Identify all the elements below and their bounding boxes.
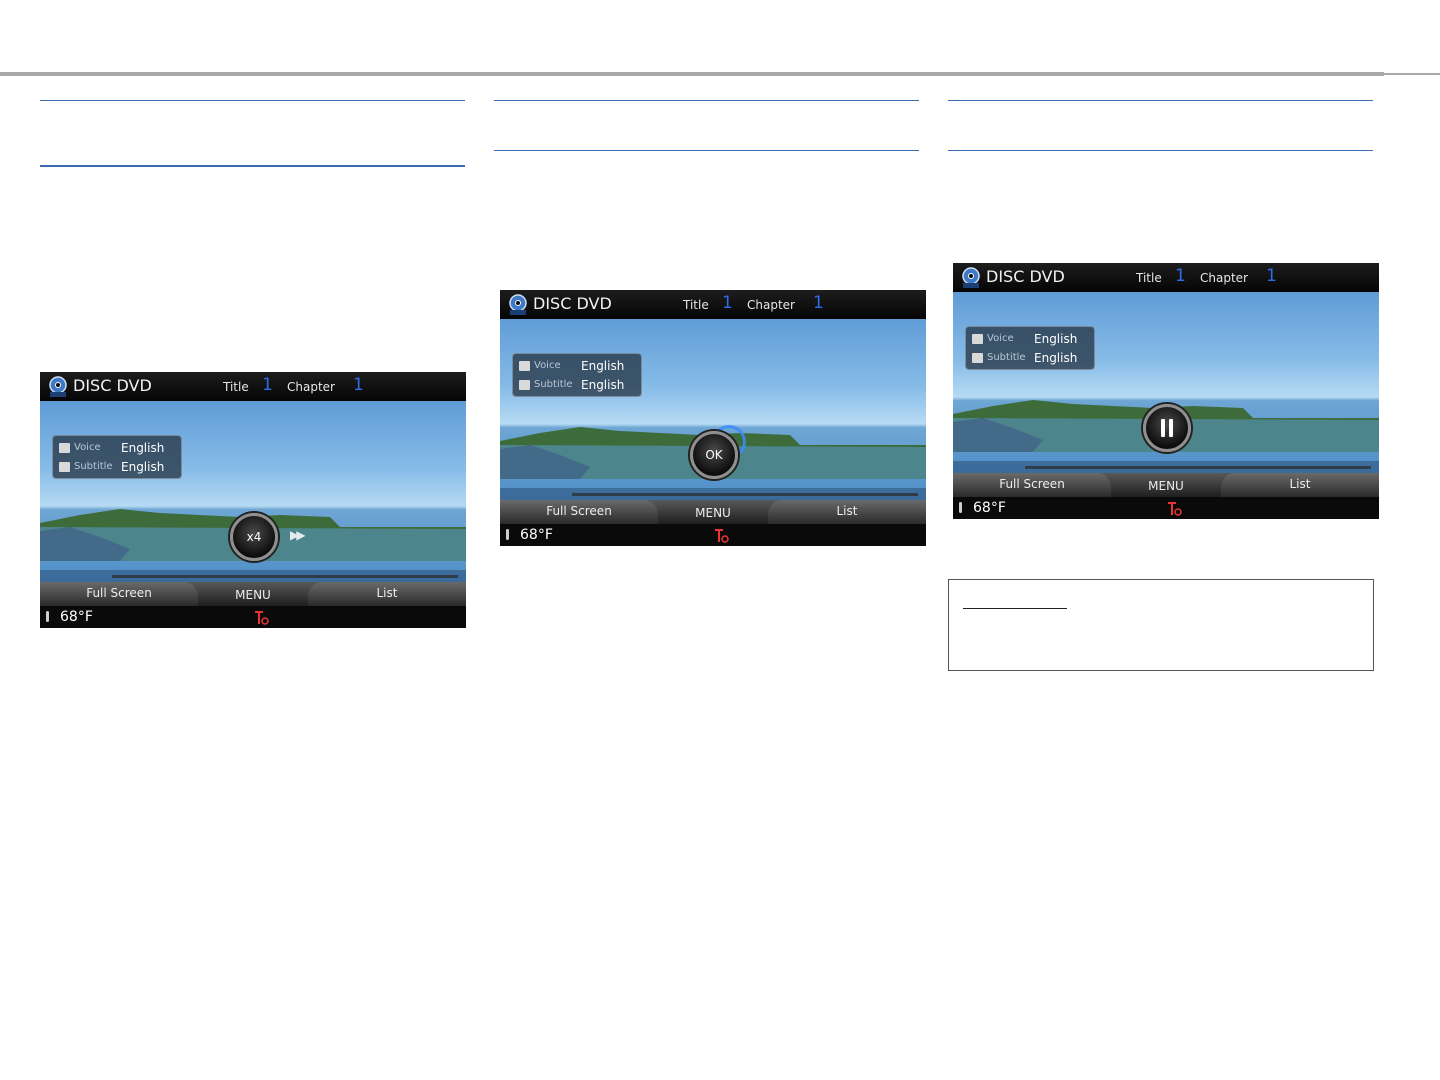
chapter-label: Chapter (747, 298, 795, 312)
full-screen-button[interactable]: Full Screen (500, 500, 658, 524)
voice-label: Voice (74, 442, 101, 453)
note-heading-underline (963, 608, 1067, 609)
screen-header: DISC DVD Title 1 Chapter 1 (953, 263, 1379, 292)
temperature: 68°F (520, 527, 553, 543)
button-bar: Full Screen MENU List (953, 473, 1379, 497)
progress-track (1025, 466, 1371, 469)
temperature: 68°F (60, 609, 93, 625)
subtitle-value: English (581, 378, 625, 392)
button-bar: Full Screen MENU List (40, 582, 466, 606)
chapter-number: 1 (353, 375, 364, 395)
button-bar: Full Screen MENU List (500, 500, 926, 524)
subtitle-row: Subtitle English (972, 349, 1092, 367)
full-screen-button[interactable]: Full Screen (40, 582, 198, 606)
col1-rule-bottom (40, 165, 465, 167)
subtitle-label: Subtitle (987, 352, 1026, 363)
thermometer-icon (46, 611, 49, 622)
list-button[interactable]: List (308, 582, 466, 606)
col1-rule-top (40, 100, 465, 101)
antenna-icon (715, 529, 729, 543)
dvd-disc-icon (509, 294, 527, 315)
pause-indicator (1143, 404, 1191, 452)
title-number: 1 (262, 375, 273, 395)
thermometer-icon (506, 529, 509, 540)
subtitle-icon (59, 462, 70, 472)
status-bar: 68°F (500, 524, 926, 546)
screen-header: DISC DVD Title 1 Chapter 1 (40, 372, 466, 401)
speaker-icon (519, 361, 530, 371)
speaker-icon (59, 443, 70, 453)
subtitle-label: Subtitle (534, 379, 573, 390)
video-frame[interactable]: Voice English Subtitle English OK (500, 319, 926, 500)
progress-track (112, 575, 458, 578)
antenna-icon (1168, 502, 1182, 516)
voice-label: Voice (534, 360, 561, 371)
antenna-icon (255, 611, 269, 625)
audio-subtitle-panel[interactable]: Voice English Subtitle English (512, 353, 642, 397)
audio-subtitle-panel[interactable]: Voice English Subtitle English (52, 435, 182, 479)
title-label: Title (683, 298, 709, 312)
voice-value: English (581, 359, 625, 373)
subtitle-icon (972, 353, 983, 363)
chapter-label: Chapter (1200, 271, 1248, 285)
list-button[interactable]: List (1221, 473, 1379, 497)
source-label: DISC DVD (533, 294, 612, 313)
menu-button[interactable]: MENU (200, 582, 306, 606)
top-rule-cap (1384, 73, 1440, 75)
voice-value: English (121, 441, 165, 455)
title-number: 1 (1175, 266, 1186, 286)
screen-header: DISC DVD Title 1 Chapter 1 (500, 290, 926, 319)
title-label: Title (1136, 271, 1162, 285)
title-label: Title (223, 380, 249, 394)
menu-button[interactable]: MENU (660, 500, 766, 524)
dvd-disc-icon (49, 376, 67, 397)
full-screen-button[interactable]: Full Screen (953, 473, 1111, 497)
voice-row: Voice English (59, 439, 179, 457)
subtitle-icon (519, 380, 530, 390)
progress-bar[interactable] (500, 488, 926, 500)
menu-button[interactable]: MENU (1113, 473, 1219, 497)
subtitle-value: English (121, 460, 165, 474)
subtitle-row: Subtitle English (59, 458, 179, 476)
dvd-disc-icon (962, 267, 980, 288)
dvd-screen-fast-forward: DISC DVD Title 1 Chapter 1 Voice English… (40, 372, 466, 628)
col2-rule-top (494, 100, 919, 101)
status-bar: 68°F (953, 497, 1379, 519)
title-number: 1 (722, 293, 733, 313)
chapter-label: Chapter (287, 380, 335, 394)
list-button[interactable]: List (768, 500, 926, 524)
col3-rule-top (948, 100, 1373, 101)
fast-forward-icon: ▶▶ (290, 528, 306, 542)
note-box (948, 579, 1374, 671)
voice-label: Voice (987, 333, 1014, 344)
fast-forward-speed-indicator: x4 (230, 513, 278, 561)
voice-row: Voice English (519, 357, 639, 375)
chapter-number: 1 (1266, 266, 1277, 286)
temperature: 68°F (973, 500, 1006, 516)
progress-bar[interactable] (953, 461, 1379, 473)
col2-rule-bottom (494, 150, 919, 151)
status-bar: 68°F (40, 606, 466, 628)
subtitle-value: English (1034, 351, 1078, 365)
pause-icon (1160, 419, 1174, 437)
speaker-icon (972, 334, 983, 344)
col3-rule-bottom (948, 150, 1373, 151)
subtitle-row: Subtitle English (519, 376, 639, 394)
source-label: DISC DVD (986, 267, 1065, 286)
top-rule (0, 72, 1384, 76)
progress-track (572, 493, 918, 496)
dvd-screen-paused: DISC DVD Title 1 Chapter 1 Voice English… (953, 263, 1379, 519)
voice-row: Voice English (972, 330, 1092, 348)
chapter-number: 1 (813, 293, 824, 313)
dvd-screen-ok: DISC DVD Title 1 Chapter 1 Voice English… (500, 290, 926, 546)
subtitle-label: Subtitle (74, 461, 113, 472)
source-label: DISC DVD (73, 376, 152, 395)
audio-subtitle-panel[interactable]: Voice English Subtitle English (965, 326, 1095, 370)
video-frame[interactable]: Voice English Subtitle English x4 ▶▶ (40, 401, 466, 582)
video-frame[interactable]: Voice English Subtitle English (953, 292, 1379, 473)
voice-value: English (1034, 332, 1078, 346)
progress-bar[interactable] (40, 570, 466, 582)
ok-indicator: OK (690, 431, 738, 479)
thermometer-icon (959, 502, 962, 513)
